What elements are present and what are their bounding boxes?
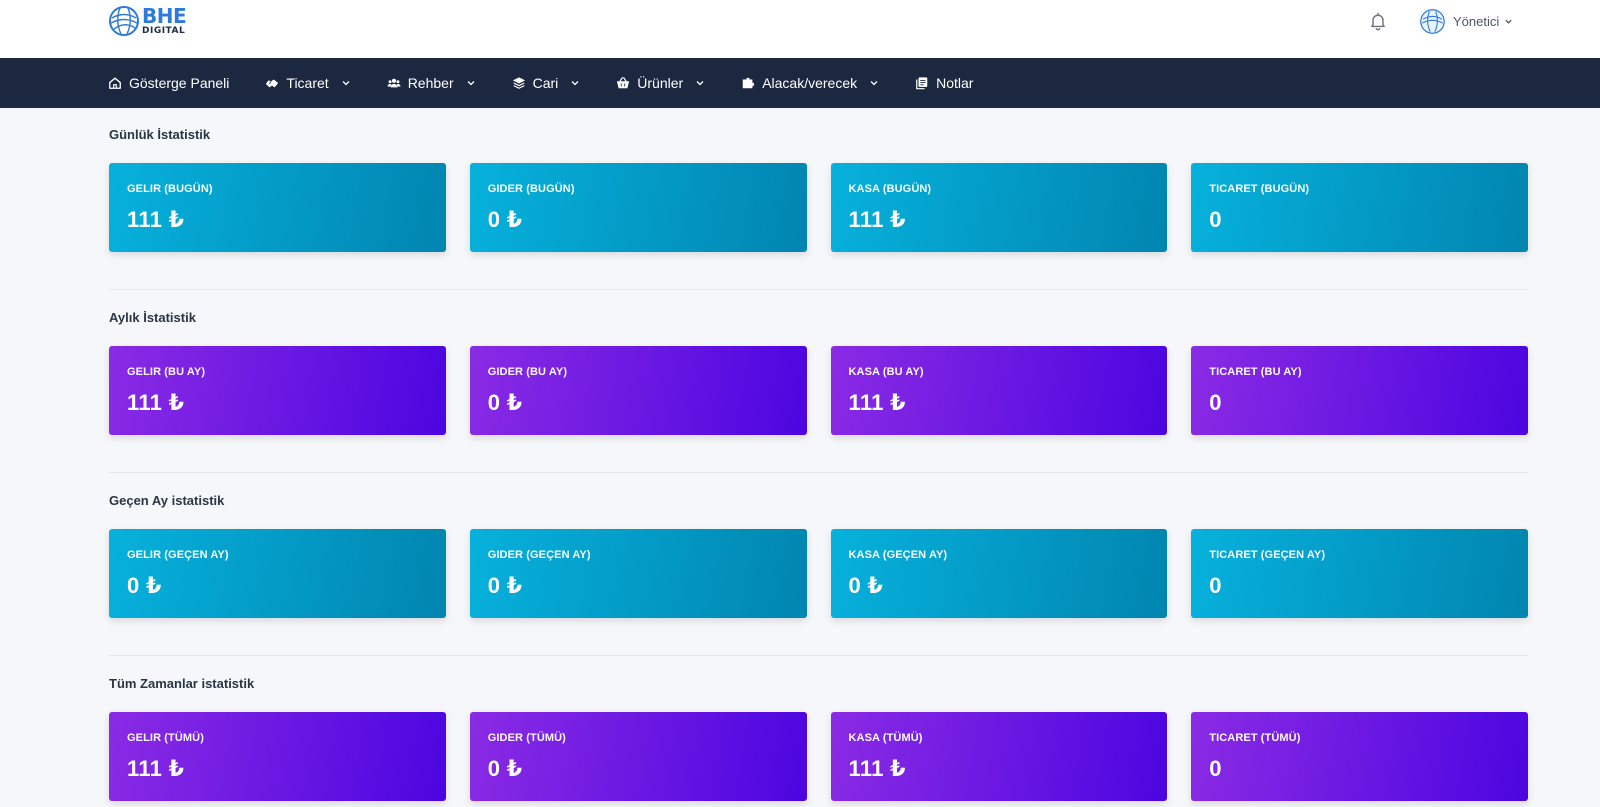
- stat-label: GIDER (GEÇEN AY): [487, 549, 591, 561]
- nav-label: Ürünler: [637, 75, 684, 91]
- chevron-down-icon: [342, 81, 350, 86]
- brand-logo[interactable]: BHE DIGITAL: [108, 4, 187, 37]
- stat-label: GELIR (BUGÜN): [127, 183, 213, 195]
- stat-cards: GELIR (TÜMÜ) 111 ₺ GIDER (TÜMÜ) 0 ₺ KASA…: [109, 712, 1528, 801]
- nav-label: Ticaret: [286, 75, 329, 91]
- stat-label: KASA (BU AY): [848, 366, 924, 378]
- chevron-down-icon: [467, 81, 475, 86]
- monthly-stats-section: Aylık İstatistik GELIR (BU AY) 111 ₺ GID…: [109, 290, 1528, 473]
- chevron-down-icon: [1505, 19, 1512, 24]
- last-month-stats-section: Geçen Ay istatistik GELIR (GEÇEN AY) 0 ₺…: [109, 473, 1528, 656]
- user-name: Yönetici: [1453, 14, 1500, 29]
- nav-label: Gösterge Paneli: [129, 75, 230, 91]
- section-title: Günlük İstatistik: [109, 127, 211, 142]
- stat-value: 111 ₺: [848, 207, 906, 232]
- stat-card-cash-month[interactable]: KASA (BU AY) 111 ₺: [830, 346, 1168, 435]
- nav-item-gosterge-paneli[interactable]: Gösterge Paneli: [108, 75, 229, 91]
- nav-item-cari[interactable]: Cari: [512, 75, 581, 91]
- stat-cards: GELIR (BUGÜN) 111 ₺ GIDER (BUGÜN) 0 ₺ KA…: [109, 163, 1528, 252]
- section-title: Aylık İstatistik: [109, 310, 196, 325]
- stat-label: GELIR (GEÇEN AY): [127, 549, 229, 561]
- stat-card-income-all[interactable]: GELIR (TÜMÜ) 111 ₺: [109, 712, 446, 801]
- stat-label: GELIR (TÜMÜ): [127, 732, 204, 744]
- stat-label: TICARET (TÜMÜ): [1209, 732, 1301, 744]
- puzzle-icon: [742, 77, 755, 89]
- section-title: Geçen Ay istatistik: [109, 493, 225, 508]
- stat-value: 0 ₺: [487, 390, 523, 415]
- stat-label: KASA (GEÇEN AY): [848, 549, 948, 561]
- stat-label: TICARET (BU AY): [1209, 366, 1302, 378]
- stat-value: 0 ₺: [487, 756, 523, 781]
- bell-icon[interactable]: [1368, 11, 1388, 31]
- stat-cards: GELIR (BU AY) 111 ₺ GIDER (BU AY) 0 ₺ KA…: [109, 346, 1528, 435]
- nav-label: Rehber: [407, 75, 454, 91]
- stat-label: GIDER (BUGÜN): [487, 183, 575, 195]
- stat-label: TICARET (GEÇEN AY): [1209, 549, 1326, 561]
- stat-value: 111 ₺: [127, 207, 185, 232]
- brand-title: BHE: [142, 4, 187, 28]
- main-navbar: Gösterge Paneli Ticaret Rehber Cari Ürün…: [0, 58, 1600, 108]
- stat-value: 0 ₺: [127, 573, 162, 598]
- stat-label: KASA (BUGÜN): [848, 183, 932, 195]
- stat-value: 0 ₺: [487, 573, 523, 598]
- top-header: BHE DIGITAL Yönetici: [0, 0, 1600, 58]
- stat-label: TICARET (BUGÜN): [1209, 183, 1310, 195]
- stat-cards: GELIR (GEÇEN AY) 0 ₺ GIDER (GEÇEN AY) 0 …: [109, 529, 1528, 618]
- stat-value: 111 ₺: [127, 756, 185, 781]
- stat-value: 0: [1209, 573, 1222, 598]
- stat-card-income-month[interactable]: GELIR (BU AY) 111 ₺: [109, 346, 446, 435]
- nav-label: Alacak/verecek: [762, 75, 858, 91]
- user-menu[interactable]: Yönetici: [1420, 9, 1513, 34]
- stat-card-expense-all[interactable]: GIDER (TÜMÜ) 0 ₺: [469, 712, 807, 801]
- stat-label: KASA (TÜMÜ): [848, 732, 923, 744]
- stat-value: 0: [1209, 207, 1222, 232]
- stat-label: GIDER (TÜMÜ): [487, 732, 566, 744]
- brand-subtitle: DIGITAL: [142, 26, 186, 36]
- globe-logo-icon: [109, 6, 139, 36]
- stat-card-cash-today[interactable]: KASA (BUGÜN) 111 ₺: [830, 163, 1168, 252]
- section-title: Tüm Zamanlar istatistik: [109, 676, 255, 691]
- stat-card-expense-today[interactable]: GIDER (BUGÜN) 0 ₺: [469, 163, 807, 252]
- stat-card-expense-last-month[interactable]: GIDER (GEÇEN AY) 0 ₺: [469, 529, 807, 618]
- stat-value: 0 ₺: [848, 573, 884, 598]
- stat-card-trade-all[interactable]: TICARET (TÜMÜ) 0: [1191, 712, 1528, 801]
- stat-value: 0 ₺: [487, 207, 523, 232]
- notes-icon: [916, 77, 928, 90]
- avatar: [1420, 9, 1445, 34]
- all-time-stats-section: Tüm Zamanlar istatistik GELIR (TÜMÜ) 111…: [109, 656, 1528, 801]
- nav-item-urunler[interactable]: Ürünler: [616, 75, 705, 91]
- daily-stats-section: Günlük İstatistik GELIR (BUGÜN) 111 ₺ GI…: [109, 107, 1528, 290]
- nav-item-rehber[interactable]: Rehber: [387, 75, 476, 91]
- chevron-down-icon: [571, 81, 579, 86]
- stat-card-cash-all[interactable]: KASA (TÜMÜ) 111 ₺: [830, 712, 1168, 801]
- stat-card-income-last-month[interactable]: GELIR (GEÇEN AY) 0 ₺: [109, 529, 446, 618]
- layers-icon: [512, 77, 525, 89]
- stat-card-income-today[interactable]: GELIR (BUGÜN) 111 ₺: [109, 163, 446, 252]
- stat-value: 111 ₺: [848, 390, 906, 415]
- dashboard-content: Günlük İstatistik GELIR (BUGÜN) 111 ₺ GI…: [109, 107, 1528, 801]
- stat-card-trade-month[interactable]: TICARET (BU AY) 0: [1191, 346, 1528, 435]
- chevron-down-icon: [696, 81, 704, 86]
- stat-card-cash-last-month[interactable]: KASA (GEÇEN AY) 0 ₺: [830, 529, 1168, 618]
- users-icon: [387, 78, 401, 88]
- stat-card-expense-month[interactable]: GIDER (BU AY) 0 ₺: [469, 346, 807, 435]
- basket-icon: [617, 76, 630, 89]
- nav-item-alacak-verecek[interactable]: Alacak/verecek: [741, 75, 879, 91]
- nav-item-notlar[interactable]: Notlar: [915, 75, 973, 91]
- chevron-down-icon: [870, 81, 878, 86]
- home-icon: [109, 77, 121, 89]
- stat-label: GELIR (BU AY): [127, 366, 206, 378]
- nav-item-ticaret[interactable]: Ticaret: [265, 75, 350, 91]
- nav-label: Notlar: [936, 75, 974, 91]
- stat-card-trade-today[interactable]: TICARET (BUGÜN) 0: [1191, 163, 1528, 252]
- stat-value: 111 ₺: [848, 756, 906, 781]
- stat-label: GIDER (BU AY): [487, 366, 568, 378]
- stat-value: 0: [1209, 756, 1222, 781]
- nav-label: Cari: [532, 75, 559, 91]
- stat-value: 0: [1209, 390, 1222, 415]
- stat-value: 111 ₺: [127, 390, 185, 415]
- stat-card-trade-last-month[interactable]: TICARET (GEÇEN AY) 0: [1191, 529, 1528, 618]
- handshake-icon: [266, 79, 279, 88]
